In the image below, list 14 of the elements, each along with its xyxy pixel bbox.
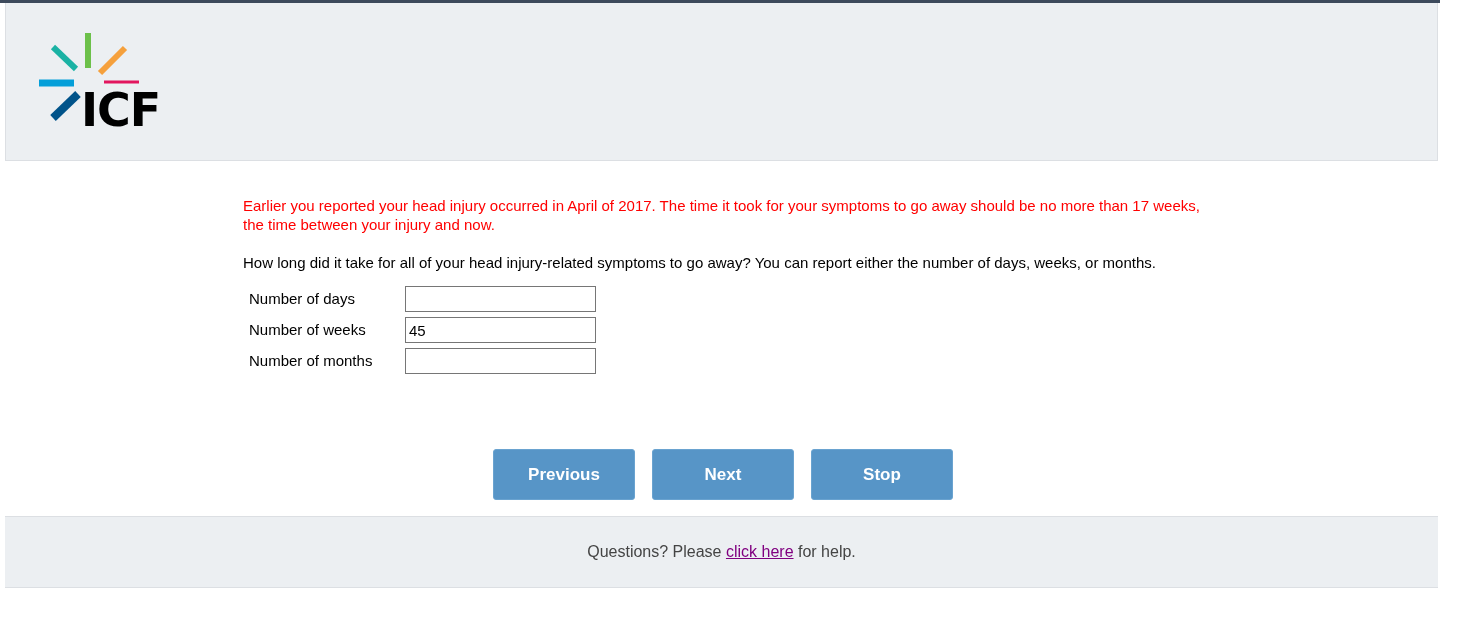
logo-text: ICF xyxy=(81,87,161,133)
input-field[interactable] xyxy=(405,286,596,312)
help-text: Questions? Please click here for help. xyxy=(587,542,856,562)
nav-button[interactable]: Stop xyxy=(811,449,953,500)
help-link[interactable]: click here xyxy=(725,543,794,560)
question-text: How long did it take for all of your head injury-related symptoms to go away? You can report either the number of days, weeks, or months. xyxy=(243,253,1157,273)
nav-button[interactable]: Next xyxy=(652,449,794,500)
field-label: Number of weeks xyxy=(249,319,367,340)
nav-button[interactable]: Previous xyxy=(493,449,635,500)
field-label: Number of days xyxy=(249,288,356,309)
field-label: Number of months xyxy=(249,350,374,371)
input-field[interactable]: 45 xyxy=(405,317,596,343)
input-field[interactable] xyxy=(405,348,596,374)
notice-text: Earlier you reported your head injury occurred in April of 2017. The time it took for your symptoms to go away should be no more than 17 weeks, the time between your injury and now. xyxy=(243,196,1200,234)
